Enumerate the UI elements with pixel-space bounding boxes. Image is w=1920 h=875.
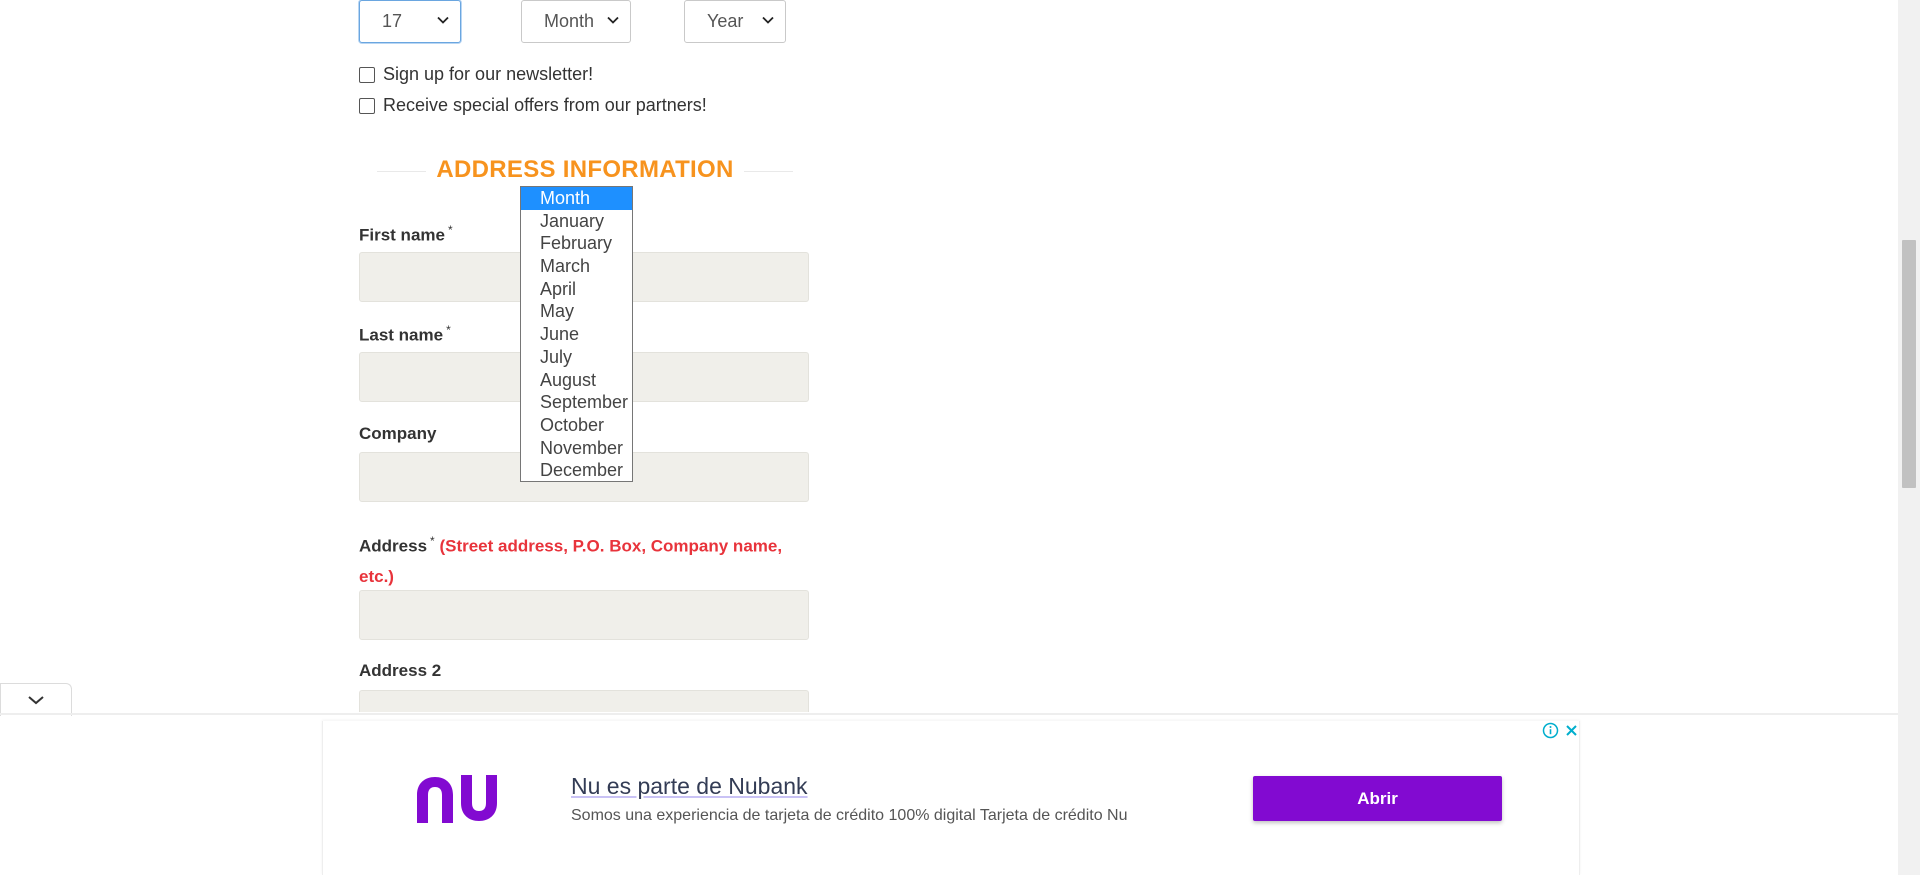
- page-scrollbar[interactable]: [1898, 0, 1920, 875]
- address2-label-text: Address 2: [359, 661, 442, 680]
- month-option[interactable]: December: [521, 459, 632, 482]
- month-option[interactable]: June: [521, 323, 632, 346]
- address-section-header: ADDRESS INFORMATION: [359, 150, 811, 190]
- first-name-label: First name *: [359, 223, 453, 246]
- offers-label[interactable]: Receive special offers from our partners…: [383, 95, 707, 116]
- chevron-down-icon: [28, 696, 44, 705]
- month-option[interactable]: May: [521, 300, 632, 323]
- chevron-down-icon: [437, 16, 449, 24]
- year-select-value: Year: [707, 11, 744, 31]
- required-marker: *: [446, 323, 451, 337]
- month-option[interactable]: October: [521, 414, 632, 437]
- month-option[interactable]: February: [521, 232, 632, 255]
- month-option[interactable]: November: [521, 437, 632, 460]
- year-select[interactable]: Year: [684, 0, 786, 43]
- ad-description: Somos una experiencia de tarjeta de créd…: [571, 807, 1128, 824]
- ad-open-button[interactable]: Abrir: [1253, 776, 1502, 821]
- newsletter-row: Sign up for our newsletter!: [359, 64, 593, 85]
- ad-collapse-button[interactable]: [0, 683, 72, 716]
- offers-row: Receive special offers from our partners…: [359, 95, 707, 116]
- close-icon[interactable]: [1563, 722, 1580, 739]
- address2-input[interactable]: [359, 690, 809, 712]
- address-label-text: Address: [359, 536, 428, 556]
- section-title: ADDRESS INFORMATION: [426, 156, 744, 184]
- chevron-down-icon: [607, 16, 619, 24]
- first-name-label-text: First name: [359, 225, 445, 245]
- month-option[interactable]: July: [521, 346, 632, 369]
- ad-title[interactable]: Nu es parte de Nubank: [571, 773, 808, 800]
- offers-checkbox[interactable]: [359, 97, 375, 114]
- month-option[interactable]: March: [521, 255, 632, 278]
- required-marker: *: [430, 534, 435, 548]
- nubank-logo: [417, 775, 497, 823]
- day-select[interactable]: 17: [359, 0, 461, 43]
- address-hint-cont: etc.): [359, 566, 394, 586]
- newsletter-checkbox[interactable]: [359, 66, 375, 83]
- last-name-label-text: Last name: [359, 325, 444, 345]
- info-icon[interactable]: [1542, 722, 1559, 739]
- month-option[interactable]: January: [521, 210, 632, 233]
- day-select-value: 17: [382, 11, 403, 31]
- company-label: Company: [359, 424, 436, 444]
- month-dropdown-list: Month January February March April May J…: [520, 186, 633, 482]
- address-hint: (Street address, P.O. Box, Company name,: [439, 536, 783, 556]
- month-option[interactable]: April: [521, 278, 632, 301]
- ad-banner[interactable]: Nu es parte de Nubank Somos una experien…: [322, 721, 1580, 875]
- company-label-text: Company: [359, 424, 437, 443]
- month-option[interactable]: September: [521, 391, 632, 414]
- month-option[interactable]: Month: [521, 187, 632, 210]
- last-name-label: Last name *: [359, 323, 451, 346]
- month-select-value: Month: [544, 11, 595, 31]
- required-marker: *: [447, 223, 453, 237]
- chevron-down-icon: [762, 16, 774, 24]
- newsletter-label[interactable]: Sign up for our newsletter!: [383, 64, 593, 85]
- address-label: Address * (Street address, P.O. Box, Comp…: [359, 526, 811, 592]
- scrollbar-thumb[interactable]: [1902, 240, 1916, 488]
- month-select[interactable]: Month: [521, 0, 631, 43]
- ad-divider: [0, 713, 1898, 715]
- address-input[interactable]: [359, 590, 809, 640]
- month-option[interactable]: August: [521, 369, 632, 392]
- address2-label: Address 2: [359, 661, 441, 681]
